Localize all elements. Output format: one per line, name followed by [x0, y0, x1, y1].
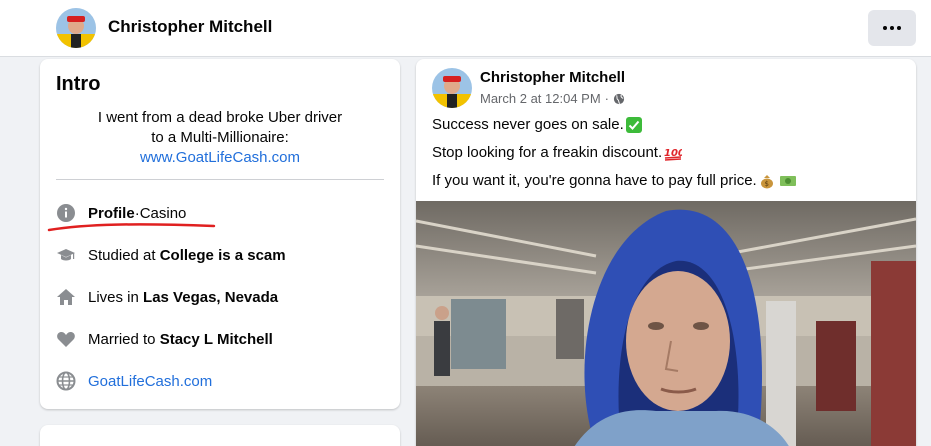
post-timestamp[interactable]: March 2 at 12:04 PM: [480, 91, 601, 106]
intro-item-relationship: Married to Stacy L Mitchell: [56, 327, 386, 351]
intro-title: Intro: [56, 73, 101, 95]
graduation-cap-icon: [56, 245, 76, 265]
profile-name[interactable]: Christopher Mitchell: [108, 17, 272, 37]
post-text-line: If you want it, you're gonna have to pay…: [432, 172, 797, 189]
svg-text:$: $: [764, 180, 768, 188]
check-mark-icon: [625, 116, 642, 133]
lives-prefix: Lives in: [88, 288, 144, 306]
married-prefix: Married to: [88, 330, 160, 348]
globe-icon: [613, 93, 625, 105]
post-text: If you want it, you're gonna have to pay…: [432, 172, 757, 189]
separator: ·: [604, 91, 610, 106]
bio-line: I went from a dead broke Uber driver: [97, 109, 343, 126]
intro-item-education: Studied at College is a scam: [56, 243, 386, 267]
post-text-line: Stop looking for a freakin discount. 100: [432, 144, 682, 161]
home-icon: [56, 287, 76, 307]
intro-item-location: Lives in Las Vegas, Nevada: [56, 285, 386, 309]
post-meta: March 2 at 12:04 PM ·: [480, 91, 625, 106]
avatar[interactable]: [432, 68, 472, 108]
post-card: Christopher Mitchell March 2 at 12:04 PM…: [416, 59, 916, 446]
intro-card: Intro I went from a dead broke Uber driv…: [40, 59, 400, 409]
globe-icon: [56, 371, 76, 391]
profile-category[interactable]: Casino: [140, 205, 187, 222]
post-author[interactable]: Christopher Mitchell: [480, 69, 625, 86]
post-photo[interactable]: [416, 201, 916, 446]
married-value[interactable]: Stacy L Mitchell: [160, 331, 273, 348]
post-text: Success never goes on sale.: [432, 116, 624, 133]
next-card: [40, 425, 400, 446]
avatar[interactable]: [56, 8, 96, 48]
studied-prefix: Studied at: [88, 246, 160, 264]
money-bag-icon: $: [759, 173, 775, 189]
more-icon-dot: [890, 26, 894, 30]
lives-value[interactable]: Las Vegas, Nevada: [143, 289, 278, 306]
post-text-line: Success never goes on sale.: [432, 116, 642, 133]
intro-bio: I went from a dead broke Uber driver to …: [40, 108, 400, 168]
more-icon: [883, 26, 887, 30]
heart-icon: [56, 329, 76, 349]
website-link[interactable]: GoatLifeCash.com: [88, 373, 212, 390]
divider: [56, 179, 384, 180]
more-options-button[interactable]: [868, 10, 916, 46]
profile-label: Profile: [88, 204, 135, 222]
hundred-points-icon: 100: [664, 145, 682, 161]
bio-link[interactable]: www.GoatLifeCash.com: [40, 148, 400, 168]
post-text: Stop looking for a freakin discount.: [432, 144, 663, 161]
profile-header-bar: Christopher Mitchell: [0, 0, 931, 57]
studied-value[interactable]: College is a scam: [160, 247, 286, 264]
more-icon-dot: [897, 26, 901, 30]
intro-item-website: GoatLifeCash.com: [56, 369, 386, 393]
bio-line: to a Multi-Millionaire:: [151, 129, 289, 146]
dollar-banknote-icon: [779, 173, 797, 189]
red-underline-annotation: [47, 223, 216, 232]
